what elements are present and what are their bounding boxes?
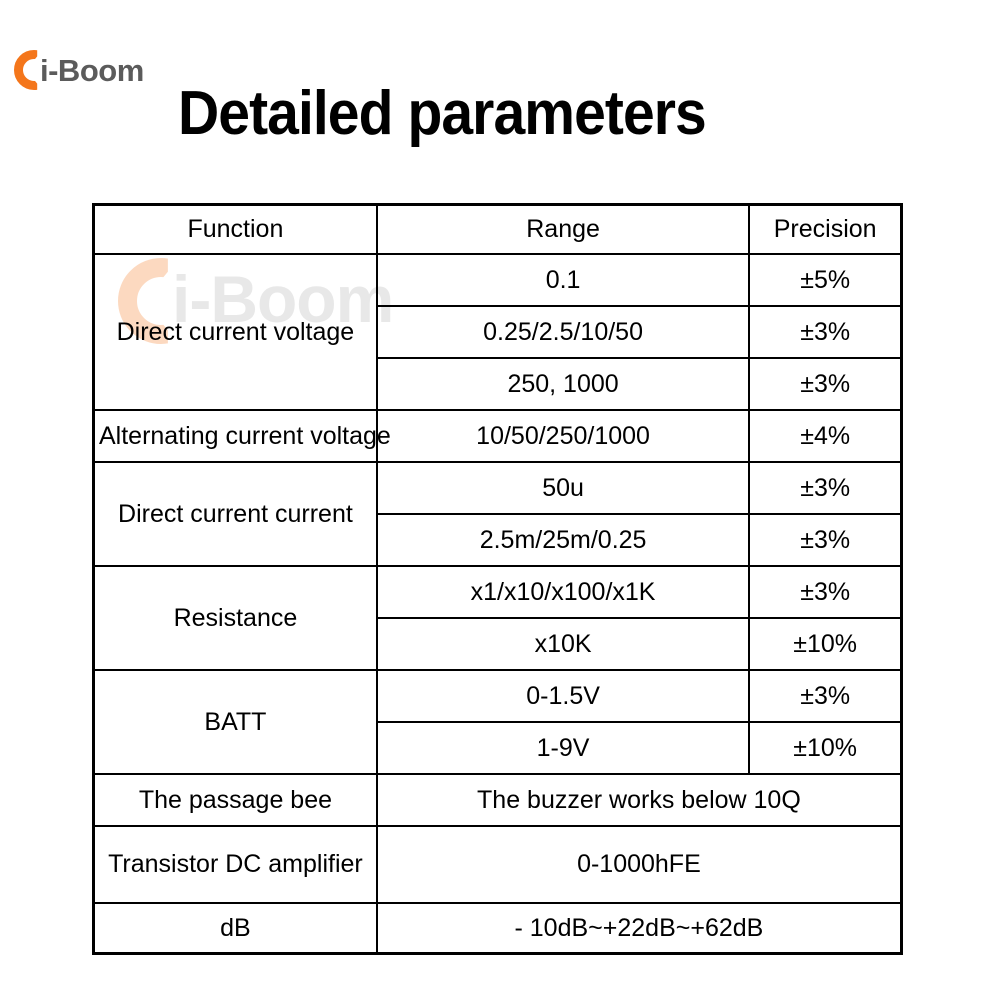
cell-precision: ±3% — [748, 461, 903, 515]
cell-precision: ±4% — [748, 409, 903, 463]
cell-range: 250, 1000 — [375, 357, 751, 411]
cell-range: - 10dB~+22dB~+62dB — [375, 902, 903, 955]
cell-precision: ±3% — [748, 305, 903, 359]
cell-function: Direct current current — [92, 461, 378, 567]
cell-range: 0-1000hFE — [375, 825, 903, 904]
table-row: Alternating current voltage 10/50/250/10… — [92, 409, 903, 463]
brand-logo: i-Boom — [14, 48, 194, 96]
cell-precision: ±10% — [748, 617, 903, 671]
cell-range: x10K — [375, 617, 751, 671]
cell-function: dB — [92, 902, 378, 955]
cell-range: 0.25/2.5/10/50 — [375, 305, 751, 359]
cell-range: 2.5m/25m/0.25 — [375, 513, 751, 567]
cell-range: 0.1 — [375, 253, 751, 307]
brand-name: i-Boom — [40, 53, 144, 88]
cell-precision: ±3% — [748, 565, 903, 619]
table-row: Transistor DC amplifier 0-1000hFE — [92, 825, 903, 904]
table-row: The passage bee The buzzer works below 1… — [92, 773, 903, 827]
cell-range: 0-1.5V — [375, 669, 751, 723]
cell-precision: ±3% — [748, 513, 903, 567]
table-row: dB - 10dB~+22dB~+62dB — [92, 902, 903, 955]
table-header-row: Function Range Precision — [92, 203, 903, 255]
cell-function: Alternating current voltage — [92, 409, 391, 463]
table-row: Direct current voltage 0.1 ±5% — [92, 253, 903, 411]
cell-function: Direct current voltage — [92, 253, 378, 411]
column-header-function: Function — [92, 203, 378, 255]
cell-range: 1-9V — [375, 721, 751, 775]
page-title: Detailed parameters — [178, 79, 707, 148]
table-row: Resistance x1/x10/x100/x1K ±3% — [92, 565, 903, 671]
cell-function: The passage bee — [92, 773, 378, 827]
cell-range: The buzzer works below 10Q — [375, 773, 903, 827]
table-row: BATT 0-1.5V ±3% — [92, 669, 903, 775]
cell-precision: ±3% — [748, 357, 903, 411]
cell-precision: ±5% — [748, 253, 903, 307]
table-row: Direct current current 50u ±3% — [92, 461, 903, 567]
specifications-table: Function Range Precision Direct current … — [92, 203, 903, 955]
cell-function: BATT — [92, 669, 378, 775]
cell-precision: ±10% — [748, 721, 903, 775]
column-header-range: Range — [375, 203, 751, 255]
cell-function: Transistor DC amplifier — [92, 825, 378, 904]
cell-precision: ±3% — [748, 669, 903, 723]
column-header-precision: Precision — [748, 203, 903, 255]
cell-range: 50u — [375, 461, 751, 515]
cell-function: Resistance — [92, 565, 378, 671]
cell-range: 10/50/250/1000 — [375, 409, 751, 463]
cell-range: x1/x10/x100/x1K — [375, 565, 751, 619]
